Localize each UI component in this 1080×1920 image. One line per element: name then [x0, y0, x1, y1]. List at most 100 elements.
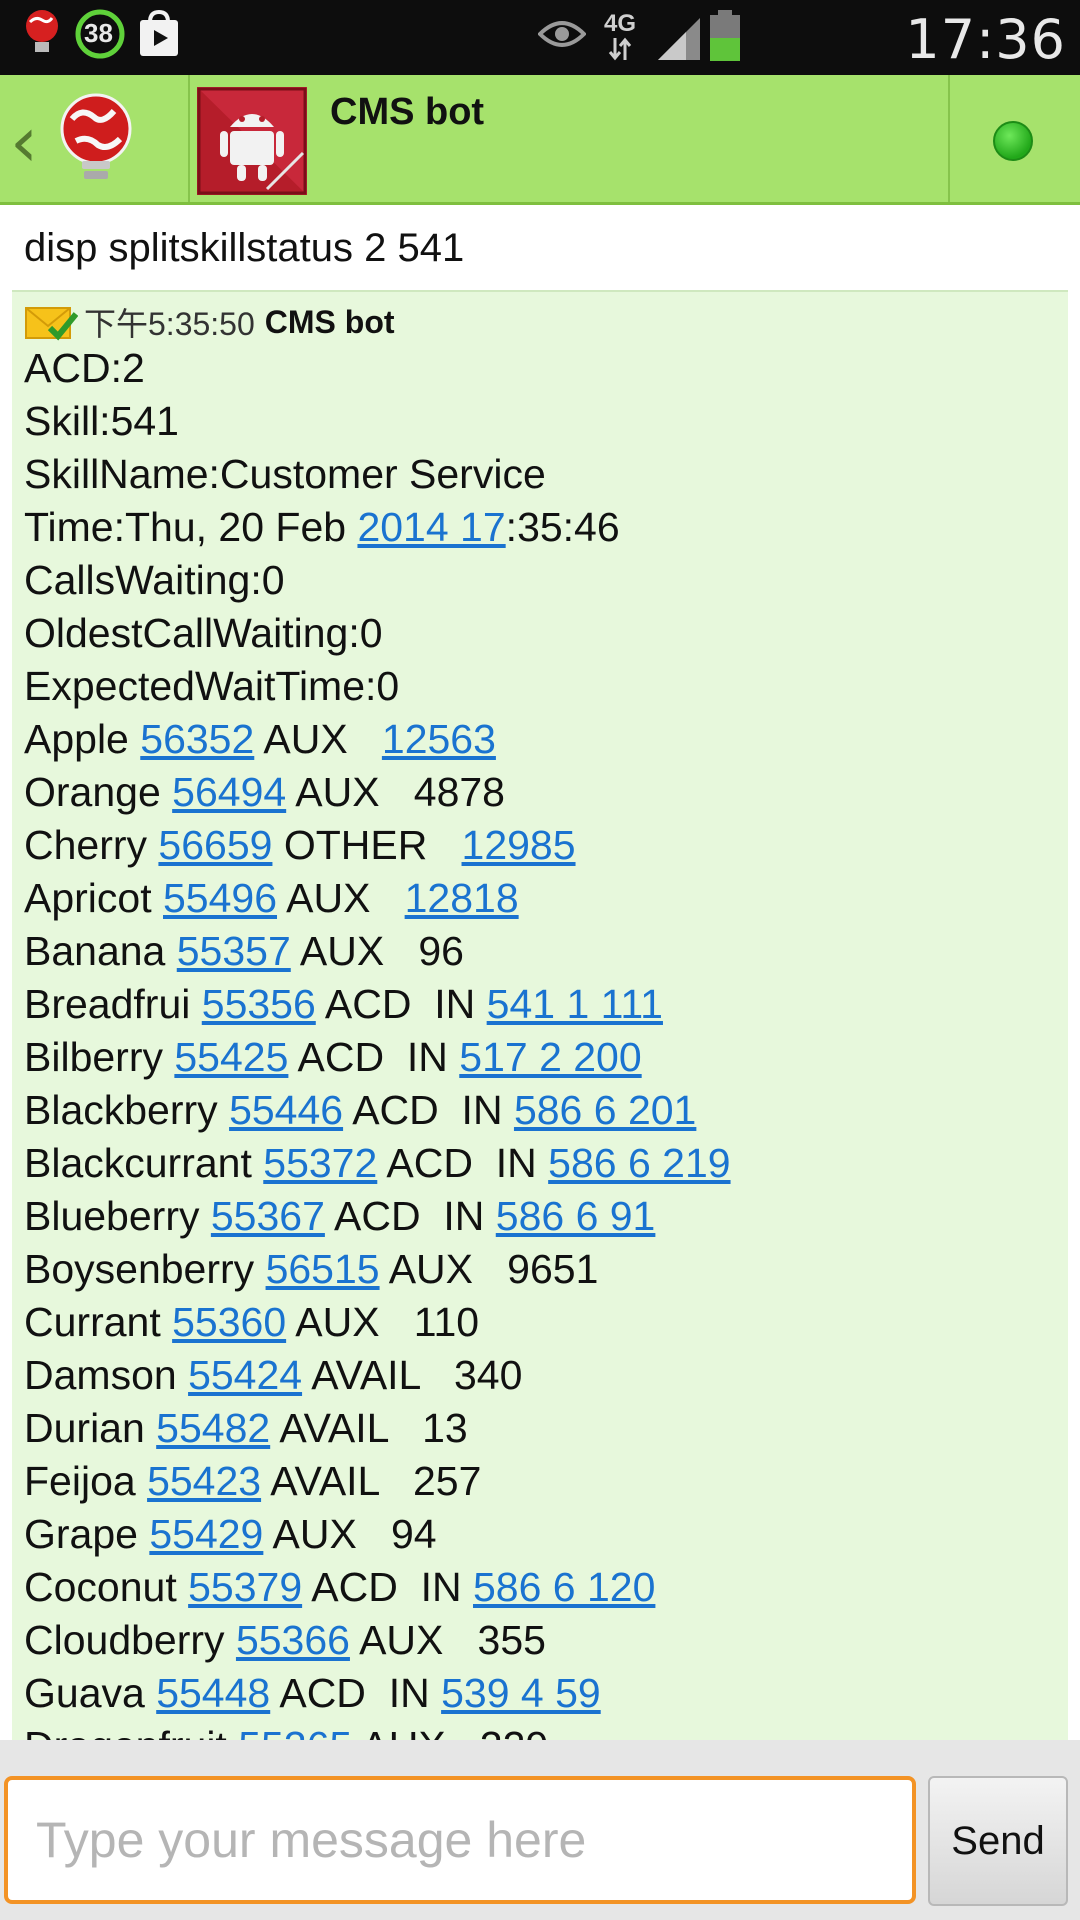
- message-text: ACD IN: [315, 981, 487, 1027]
- message-line: Orange 56494 AUX 4878: [24, 766, 731, 819]
- message-link[interactable]: 55379: [188, 1564, 302, 1610]
- network-type-label: 4G: [604, 10, 637, 37]
- message-link[interactable]: 55356: [202, 981, 316, 1027]
- message-text: Blueberry: [24, 1193, 211, 1239]
- message-link[interactable]: 55357: [177, 928, 291, 974]
- message-text: Guava: [24, 1670, 157, 1716]
- message-link[interactable]: 586 6 201: [514, 1087, 696, 1133]
- message-text: Grape: [24, 1511, 150, 1557]
- message-text: ACD IN: [302, 1564, 473, 1610]
- data-arrows-icon: [608, 37, 632, 61]
- message-text: ACD IN: [343, 1087, 514, 1133]
- message-text: AVAIL 340: [302, 1352, 523, 1398]
- message-link[interactable]: 539 4 59: [441, 1670, 601, 1716]
- message-text: Apricot: [24, 875, 163, 921]
- play-store-icon: [140, 10, 178, 56]
- message-text: AUX 329: [352, 1723, 548, 1740]
- message-text: Boysenberry: [24, 1246, 266, 1292]
- message-line: Blueberry 55367 ACD IN 586 6 91: [24, 1190, 731, 1243]
- contact-name: CMS bot: [330, 91, 485, 133]
- envelope-check-icon: [25, 307, 78, 341]
- message-line: OldestCallWaiting:0: [24, 607, 731, 660]
- message-link[interactable]: 55448: [156, 1670, 270, 1716]
- battery-icon: [710, 10, 740, 61]
- send-button[interactable]: Send: [928, 1776, 1068, 1906]
- message-line: Durian 55482 AVAIL 13: [24, 1402, 731, 1455]
- message-line: Boysenberry 56515 AUX 9651: [24, 1243, 731, 1296]
- message-link[interactable]: 56352: [140, 716, 254, 762]
- message-text: Skill:541: [24, 398, 179, 444]
- chat-history[interactable]: disp splitskillstatus 2 541 下午5:35:50 CM…: [0, 208, 1080, 1740]
- message-link[interactable]: 55496: [163, 875, 277, 921]
- message-text: Blackberry: [24, 1087, 230, 1133]
- message-text: AVAIL 13: [270, 1405, 468, 1451]
- message-text: :35:46: [505, 504, 620, 550]
- message-line: Grape 55429 AUX 94: [24, 1508, 731, 1561]
- message-text: AUX 94: [263, 1511, 437, 1557]
- message-link[interactable]: 55446: [229, 1087, 343, 1133]
- message-link[interactable]: 56494: [172, 769, 286, 815]
- message-link[interactable]: 12563: [382, 716, 496, 762]
- message-text: AUX 4878: [286, 769, 505, 815]
- message-text: Durian: [24, 1405, 157, 1451]
- clock: 17:36: [905, 8, 1066, 71]
- message-text: OldestCallWaiting:0: [24, 610, 383, 656]
- message-line: Blackcurrant 55372 ACD IN 586 6 219: [24, 1137, 731, 1190]
- message-link[interactable]: 55360: [172, 1299, 286, 1345]
- message-link[interactable]: 55424: [188, 1352, 302, 1398]
- sent-message: disp splitskillstatus 2 541: [24, 226, 465, 270]
- message-link[interactable]: 2014 17: [357, 504, 505, 550]
- message-link[interactable]: 55366: [236, 1617, 350, 1663]
- message-link[interactable]: 55425: [174, 1034, 288, 1080]
- message-line: Skill:541: [24, 395, 731, 448]
- message-link[interactable]: 55367: [211, 1193, 325, 1239]
- status-bar: 38 4G 17:36: [0, 0, 1080, 75]
- back-button[interactable]: ‹: [0, 75, 190, 202]
- message-text: Blackcurrant: [24, 1140, 264, 1186]
- message-text: Feijoa: [24, 1458, 148, 1504]
- message-link[interactable]: 55365: [238, 1723, 352, 1740]
- message-link[interactable]: 586 6 219: [548, 1140, 730, 1186]
- message-line: ExpectedWaitTime:0: [24, 660, 731, 713]
- message-link[interactable]: 12985: [462, 822, 576, 868]
- message-line: Time:Thu, 20 Feb 2014 17:35:46: [24, 501, 731, 554]
- message-link[interactable]: 55372: [263, 1140, 377, 1186]
- message-line: CallsWaiting:0: [24, 554, 731, 607]
- message-line: Apricot 55496 AUX 12818: [24, 872, 731, 925]
- message-link[interactable]: 55423: [147, 1458, 261, 1504]
- message-input[interactable]: [4, 1776, 916, 1904]
- message-text: Bilberry: [24, 1034, 175, 1080]
- message-text: ACD IN: [270, 1670, 442, 1716]
- message-text: AUX 110: [286, 1299, 480, 1345]
- message-link[interactable]: 541 1 111: [487, 981, 663, 1027]
- message-link[interactable]: 586 6 91: [496, 1193, 656, 1239]
- message-link[interactable]: 56515: [266, 1246, 380, 1292]
- message-header: 下午5:35:50 CMS bot: [24, 300, 395, 344]
- message-link[interactable]: 586 6 120: [473, 1564, 655, 1610]
- message-link[interactable]: 55429: [149, 1511, 263, 1557]
- message-text: AVAIL 257: [261, 1458, 482, 1504]
- message-text: Time:Thu, 20 Feb: [24, 504, 358, 550]
- message-text: ACD:2: [24, 345, 145, 391]
- globe-notification-icon: [26, 10, 58, 52]
- message-text: CallsWaiting:0: [24, 557, 285, 603]
- received-message-bubble: 下午5:35:50 CMS bot ACD:2 Skill:541 SkillNam…: [12, 290, 1068, 1740]
- message-link[interactable]: 12818: [405, 875, 519, 921]
- message-line: Cloudberry 55366 AUX 355: [24, 1614, 731, 1667]
- message-text: Currant: [24, 1299, 173, 1345]
- contact-avatar[interactable]: [197, 87, 307, 195]
- chevron-left-icon: ‹: [10, 101, 38, 183]
- message-line: Guava 55448 ACD IN 539 4 59: [24, 1667, 731, 1720]
- message-link[interactable]: 55482: [156, 1405, 270, 1451]
- message-text: OTHER: [272, 822, 462, 868]
- message-link[interactable]: 517 2 200: [459, 1034, 641, 1080]
- message-text: Banana: [24, 928, 177, 974]
- message-text: AUX 355: [349, 1617, 546, 1663]
- message-line: Breadfrui 55356 ACD IN 541 1 111: [24, 978, 731, 1031]
- message-text: ACD IN: [377, 1140, 549, 1186]
- message-link[interactable]: 56659: [158, 822, 272, 868]
- message-text: Cloudberry: [24, 1617, 236, 1663]
- message-text: Cherry: [24, 822, 159, 868]
- online-status-indicator[interactable]: [993, 121, 1033, 161]
- message-text: Breadfrui: [24, 981, 202, 1027]
